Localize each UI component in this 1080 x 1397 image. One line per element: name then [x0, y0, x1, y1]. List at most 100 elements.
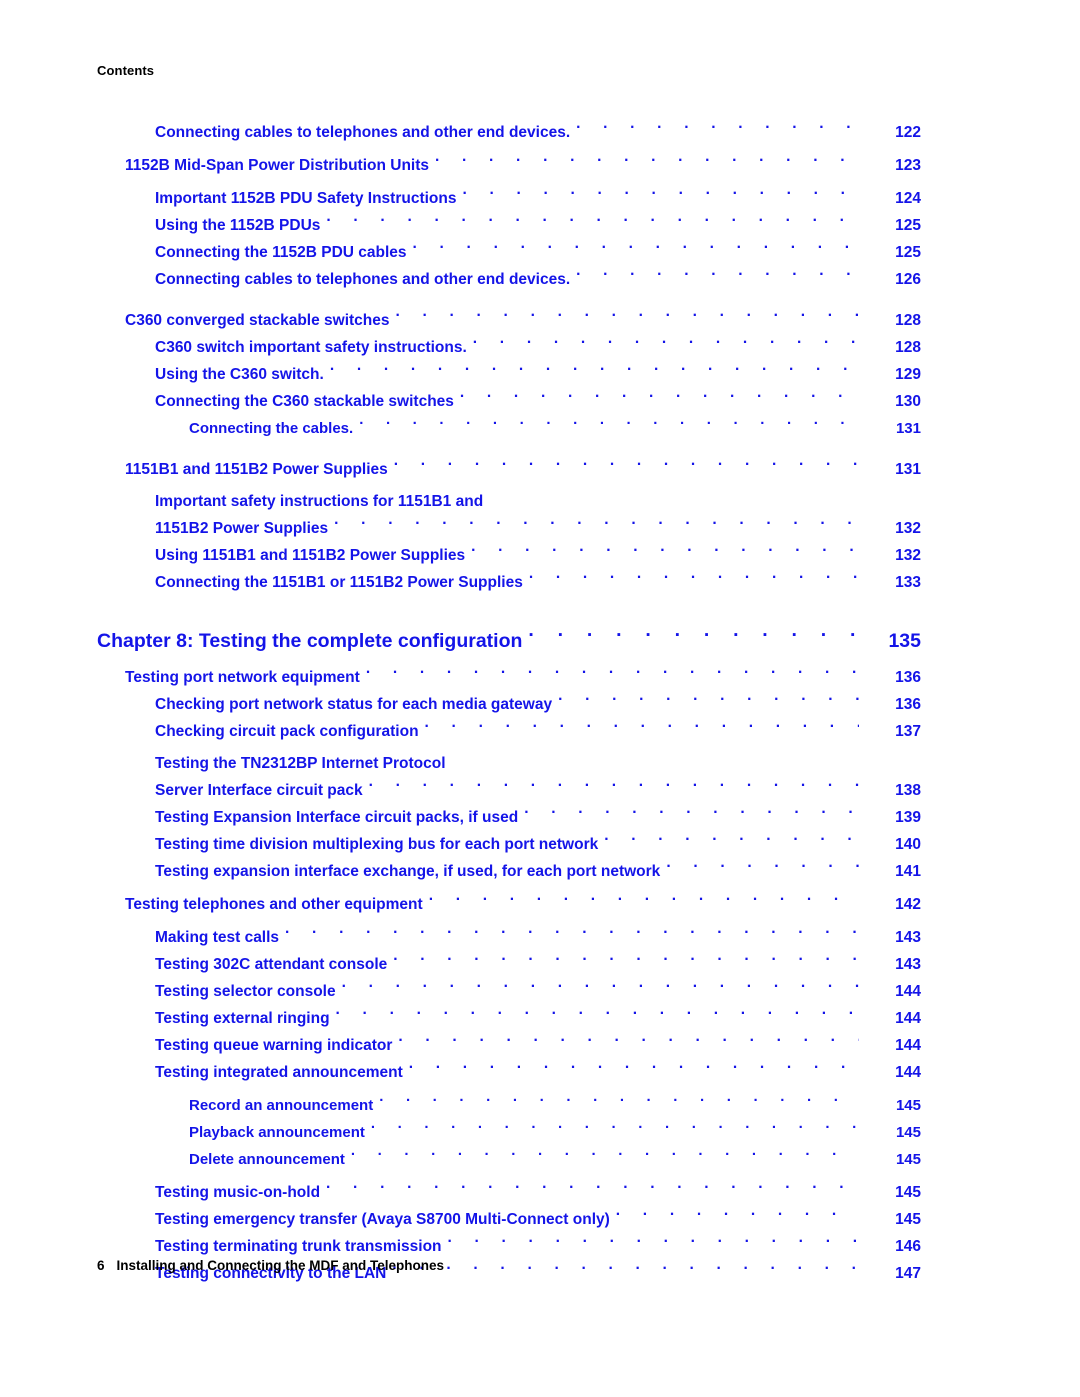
toc-title: Connecting the C360 stackable switches	[155, 393, 454, 410]
toc-entry[interactable]: Testing the TN2312BP Internet Protocol	[97, 751, 921, 777]
dot-leader	[528, 628, 859, 648]
toc-page-number: 125	[895, 244, 921, 261]
toc-entry[interactable]: Testing terminating trunk transmission 14…	[97, 1233, 921, 1260]
toc-title: Testing time division multiplexing bus f…	[155, 836, 599, 853]
toc-entry[interactable]: Testing emergency transfer (Avaya S8700 …	[97, 1206, 921, 1233]
toc-title: Connecting cables to telephones and othe…	[155, 271, 571, 288]
toc-entry[interactable]: Testing port network equipment 136	[97, 664, 921, 691]
toc-title: C360 converged stackable switches	[125, 312, 390, 329]
toc-page-number: 130	[895, 393, 921, 410]
toc-page-number: 145	[895, 1124, 921, 1141]
dot-leader	[351, 1149, 859, 1164]
dot-leader	[369, 780, 859, 796]
toc-title: Connecting the 1152B PDU cables	[155, 244, 407, 261]
toc-page-number: 139	[895, 809, 921, 826]
toc-entry[interactable]: Checking circuit pack configuration 137	[97, 718, 921, 745]
toc-entry[interactable]: Connecting the 1151B1 or 1151B2 Power Su…	[97, 569, 921, 596]
dot-leader	[425, 721, 859, 737]
toc-title: Important 1152B PDU Safety Instructions	[155, 190, 457, 207]
toc-entry[interactable]: Connecting cables to telephones and othe…	[97, 266, 921, 293]
dot-leader	[616, 1209, 859, 1225]
toc-entry[interactable]: Using 1151B1 and 1151B2 Power Supplies 13…	[97, 542, 921, 569]
toc-entry[interactable]: 1151B2 Power Supplies 132	[97, 515, 921, 542]
dot-leader	[413, 242, 859, 258]
toc-page-number: 136	[895, 669, 921, 686]
toc-title: 1152B Mid-Span Power Distribution Units	[125, 157, 430, 174]
dot-leader	[336, 1008, 859, 1024]
dot-leader	[448, 1236, 859, 1252]
toc-entry[interactable]: Playback announcement 145	[97, 1119, 921, 1146]
toc-entry[interactable]: Delete announcement 145	[97, 1146, 921, 1173]
toc-entry[interactable]: C360 switch important safety instruction…	[97, 334, 921, 361]
toc-title: Connecting the 1151B1 or 1151B2 Power Su…	[155, 574, 523, 591]
dot-leader	[529, 572, 859, 588]
toc-page-number: 135	[888, 630, 921, 652]
toc-page-number: 131	[895, 461, 921, 478]
toc-entry[interactable]: C360 converged stackable switches 128	[97, 307, 921, 334]
toc-entry[interactable]: Testing expansion interface exchange, if…	[97, 858, 921, 885]
toc-title: Using the C360 switch.	[155, 366, 324, 383]
toc-title: Testing queue warning indicator	[155, 1037, 393, 1054]
document-page: Contents Connecting cables to telephones…	[0, 0, 1080, 1397]
folio-number: 6	[97, 1258, 105, 1273]
toc-title: Record an announcement	[189, 1097, 374, 1114]
toc-entry[interactable]: 1151B1 and 1151B2 Power Supplies 131	[97, 456, 921, 483]
toc-entry[interactable]: Connecting the 1152B PDU cables 125	[97, 239, 921, 266]
toc-title: Testing port network equipment	[125, 669, 360, 686]
toc-entry[interactable]: Important 1152B PDU Safety Instructions 1…	[97, 185, 921, 212]
toc-entry[interactable]: Testing Expansion Interface circuit pack…	[97, 804, 921, 831]
toc-page-number: 140	[895, 836, 921, 853]
toc-entry[interactable]: Connecting cables to telephones and othe…	[97, 119, 921, 146]
toc-page-number: 123	[895, 157, 921, 174]
dot-leader	[460, 391, 859, 407]
toc-title: Connecting cables to telephones and othe…	[155, 124, 571, 141]
toc-entry[interactable]: Using the 1152B PDUs 125	[97, 212, 921, 239]
toc-title: 1151B2 Power Supplies	[155, 520, 329, 537]
toc-entry[interactable]: Testing external ringing 144	[97, 1005, 921, 1032]
toc-page-number: 138	[895, 782, 921, 799]
dot-leader	[334, 518, 859, 534]
toc-entry[interactable]: 1152B Mid-Span Power Distribution Units 1…	[97, 152, 921, 179]
toc-entry[interactable]: Server Interface circuit pack 138	[97, 777, 921, 804]
dot-leader	[342, 981, 859, 997]
running-header: Contents	[97, 63, 155, 78]
toc-entry[interactable]: Testing 302C attendant console 143	[97, 951, 921, 978]
toc-page-number: 141	[895, 863, 921, 880]
toc-entry[interactable]: Testing time division multiplexing bus f…	[97, 831, 921, 858]
toc-group-upper: Connecting cables to telephones and othe…	[0, 119, 1080, 596]
toc-title: Delete announcement	[189, 1151, 345, 1168]
toc-entry[interactable]: Using the C360 switch. 129	[97, 361, 921, 388]
toc-title: Chapter 8: Testing the complete configur…	[97, 630, 523, 652]
dot-leader	[471, 545, 859, 561]
dot-leader	[576, 122, 859, 138]
toc-page-number: 145	[895, 1211, 921, 1228]
footer-document-title: Installing and Connecting the MDF and Te…	[116, 1258, 445, 1273]
toc-title: Checking port network status for each me…	[155, 696, 553, 713]
dot-leader	[379, 1095, 859, 1110]
toc-title: Testing expansion interface exchange, if…	[155, 863, 661, 880]
toc-entry[interactable]: Making test calls 143	[97, 924, 921, 951]
dot-leader	[326, 1182, 859, 1198]
dot-leader	[396, 310, 860, 326]
toc-page-number: 131	[895, 420, 921, 437]
toc-title: Using the 1152B PDUs	[155, 217, 321, 234]
toc-entry[interactable]: Important safety instructions for 1151B1…	[97, 489, 921, 515]
toc-entry-chapter-8[interactable]: Chapter 8: Testing the complete configur…	[97, 624, 921, 658]
toc-title: Testing 302C attendant console	[155, 956, 388, 973]
toc-entry[interactable]: Testing integrated announcement 144	[97, 1059, 921, 1086]
toc-entry[interactable]: Testing telephones and other equipment 14…	[97, 891, 921, 918]
toc-entry[interactable]: Testing music-on-hold 145	[97, 1179, 921, 1206]
dot-leader	[409, 1062, 859, 1078]
dot-leader	[359, 418, 859, 433]
toc-entry[interactable]: Testing queue warning indicator 144	[97, 1032, 921, 1059]
toc-entry[interactable]: Connecting the cables. 131	[97, 415, 921, 442]
toc-entry[interactable]: Testing selector console 144	[97, 978, 921, 1005]
toc-page-number: 146	[895, 1238, 921, 1255]
toc-entry[interactable]: Record an announcement 145	[97, 1092, 921, 1119]
dot-leader	[285, 927, 859, 943]
dot-leader	[392, 1263, 859, 1279]
toc-entry[interactable]: Connecting the C360 stackable switches 13…	[97, 388, 921, 415]
toc-entry[interactable]: Checking port network status for each me…	[97, 691, 921, 718]
toc-page-number: 124	[895, 190, 921, 207]
dot-leader	[576, 269, 859, 285]
